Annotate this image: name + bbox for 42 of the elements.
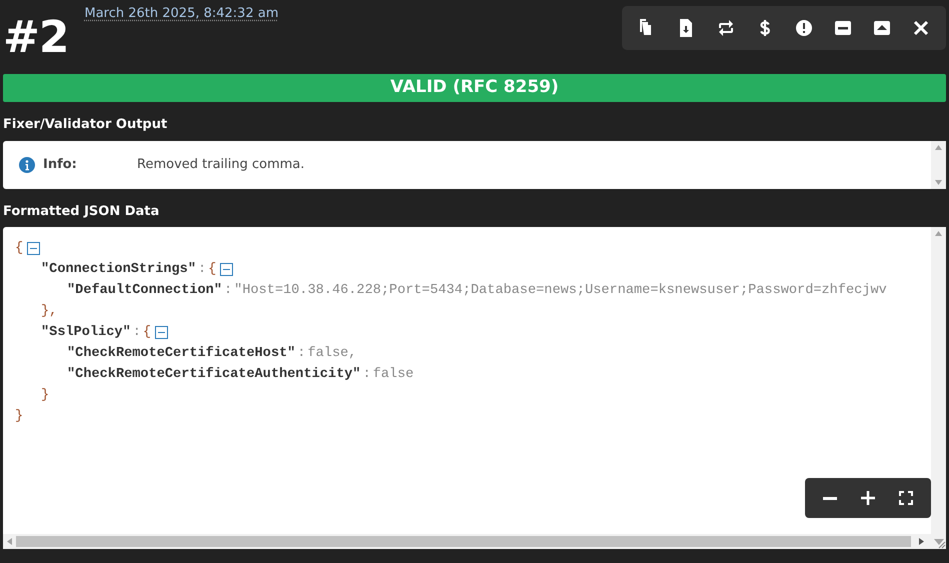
message-label: Info: [43, 156, 78, 174]
colon: : [224, 282, 232, 300]
timestamp[interactable]: March 26th 2025, 8:42:32 am [84, 6, 278, 21]
json-key: "CheckRemoteCertificateAuthenticity" [67, 364, 361, 385]
brace: { [15, 240, 24, 258]
collapse-toggle[interactable] [155, 326, 168, 339]
scrollbar-thumb[interactable] [16, 536, 911, 547]
zoom-in-icon [859, 489, 877, 507]
colon: : [198, 261, 206, 279]
info-icon [19, 156, 35, 172]
repeat-icon [716, 19, 734, 37]
brace: } [41, 387, 50, 405]
section-title: Fixer/Validator Output [3, 116, 168, 134]
brace: { [142, 324, 152, 342]
colon: : [297, 345, 306, 363]
minus-square-icon [834, 19, 852, 37]
caret-up-square-icon [872, 19, 890, 37]
section-title: Formatted JSON Data [3, 202, 160, 220]
brace: }, [41, 303, 58, 321]
json-value: false, [308, 345, 357, 363]
json-value: false [372, 366, 414, 384]
json-key: "DefaultConnection" [67, 280, 222, 301]
colon: : [132, 324, 141, 342]
brace: { [208, 261, 216, 279]
json-key: "SslPolicy" [41, 322, 131, 343]
exclamation-icon [794, 19, 812, 37]
collapse-toggle[interactable] [220, 263, 234, 276]
entry-number: #2 [3, 16, 68, 65]
scroll-right-icon[interactable] [919, 538, 924, 545]
colon: : [362, 366, 371, 384]
brace: } [15, 408, 24, 426]
zoom-out-icon [823, 496, 837, 500]
collapse-toggle[interactable] [27, 242, 40, 255]
scrollbar[interactable] [931, 227, 946, 534]
validity-banner: VALID (RFC 8259) [3, 74, 946, 102]
json-key: "CheckRemoteCertificateHost" [67, 343, 296, 364]
fullscreen-icon [897, 489, 915, 507]
json-value: "Host=10.38.46.228;Port=5434;Database=news;Username=ksnewsuser;Password=zhfecjwv [234, 282, 887, 300]
close-icon [912, 19, 930, 37]
json-key: "ConnectionStrings" [41, 259, 196, 280]
message-text: Removed trailing comma. [137, 156, 305, 174]
horizontal-scrollbar[interactable] [3, 534, 946, 549]
